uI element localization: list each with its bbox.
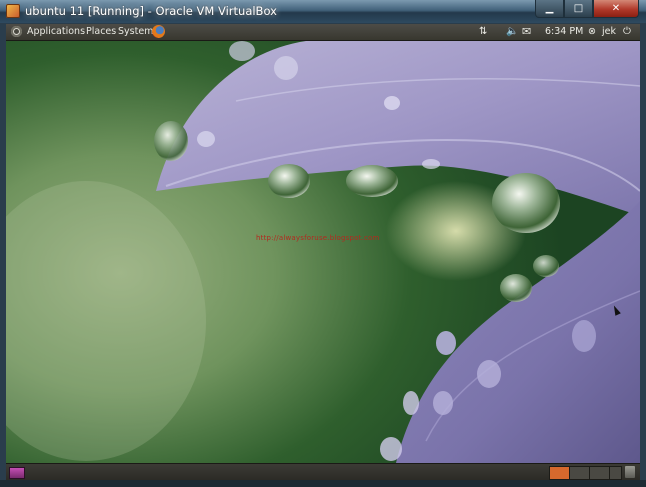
- workspace-1[interactable]: [549, 466, 570, 480]
- menu-system[interactable]: System: [118, 25, 153, 39]
- window-controls: ▁ □ ✕: [535, 0, 639, 18]
- watermark-url: http://alwaysforuse.blogspot.com: [256, 234, 380, 242]
- mail-icon[interactable]: ✉: [522, 25, 531, 39]
- show-desktop-icon[interactable]: [9, 467, 25, 479]
- menu-places[interactable]: Places: [86, 25, 116, 39]
- desktop-wallpaper[interactable]: http://alwaysforuse.blogspot.com: [6, 41, 640, 463]
- workspace-2[interactable]: [569, 466, 590, 480]
- workspace-4[interactable]: [609, 466, 622, 480]
- maximize-button[interactable]: □: [564, 0, 593, 18]
- wallpaper-image: [6, 41, 640, 463]
- ubuntu-logo-icon[interactable]: [11, 26, 22, 37]
- virtualbox-status-bar: [0, 480, 646, 487]
- network-icon[interactable]: ⇅: [479, 25, 487, 39]
- user-icon[interactable]: ⊗: [588, 25, 596, 39]
- workspace-3[interactable]: [589, 466, 610, 480]
- user-name[interactable]: jek: [602, 25, 616, 39]
- power-icon[interactable]: ⏻: [623, 25, 631, 39]
- ubuntu-top-panel: Applications Places System ⇅ 🔈 ✉ 6:34 PM…: [6, 24, 640, 41]
- virtualbox-app-icon[interactable]: [6, 4, 20, 18]
- trash-icon[interactable]: [625, 466, 635, 478]
- menu-applications[interactable]: Applications: [27, 25, 85, 39]
- ubuntu-bottom-panel: [6, 463, 640, 481]
- volume-icon[interactable]: 🔈: [506, 25, 518, 39]
- clock[interactable]: 6:34 PM: [545, 25, 583, 39]
- window-title-bar[interactable]: ubuntu 11 [Running] - Oracle VM VirtualB…: [0, 0, 646, 24]
- minimize-button[interactable]: ▁: [535, 0, 564, 18]
- firefox-icon[interactable]: [152, 25, 165, 38]
- close-button[interactable]: ✕: [593, 0, 639, 18]
- window-title: ubuntu 11 [Running] - Oracle VM VirtualB…: [25, 4, 277, 18]
